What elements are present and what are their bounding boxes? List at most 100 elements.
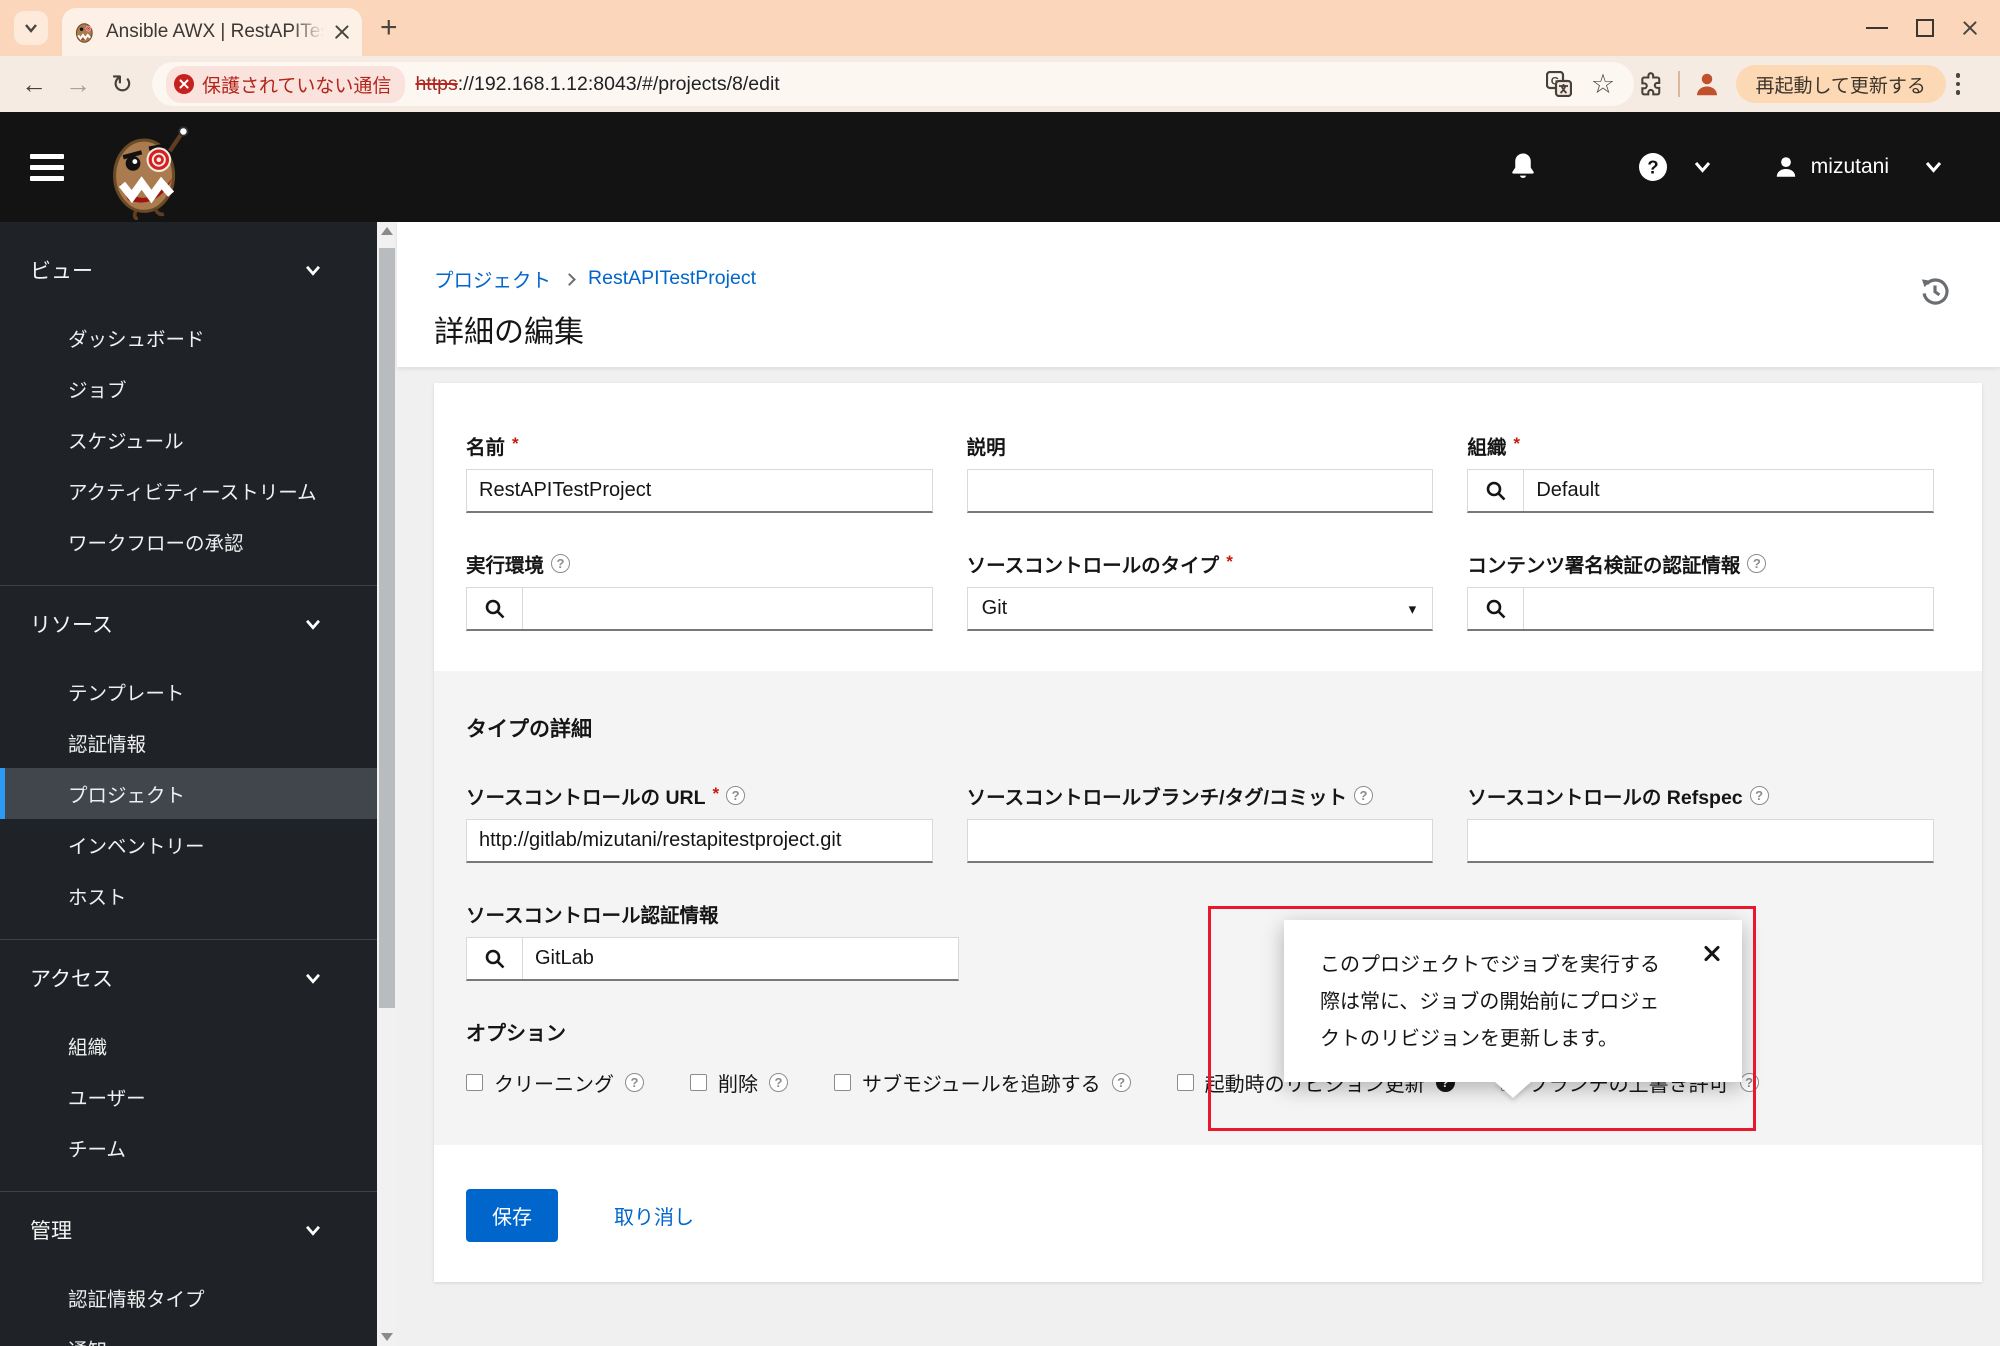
sidebar-item-jobs[interactable]: ジョブ bbox=[0, 363, 377, 414]
minimize-icon[interactable] bbox=[1866, 27, 1888, 30]
cancel-button[interactable]: 取り消し bbox=[614, 1201, 694, 1230]
organization-label: 組織 bbox=[1467, 431, 1506, 460]
scm-type-select[interactable]: Git ▾ bbox=[967, 587, 1434, 631]
window-close-icon[interactable] bbox=[1962, 20, 1978, 36]
scrollbar-up-arrow[interactable] bbox=[377, 222, 397, 240]
sidebar-item-projects[interactable]: プロジェクト bbox=[0, 768, 377, 819]
help-icon[interactable]: ? bbox=[1740, 1073, 1759, 1092]
save-button[interactable]: 保存 bbox=[466, 1189, 558, 1242]
sidebar-group-administration[interactable]: 管理 bbox=[0, 1208, 377, 1252]
help-icon[interactable]: ? bbox=[769, 1073, 788, 1092]
chevron-down-icon bbox=[305, 973, 321, 984]
scm-credential-input[interactable] bbox=[523, 938, 958, 979]
sidebar-group-access[interactable]: アクセス bbox=[0, 956, 377, 1000]
description-input[interactable] bbox=[968, 470, 1433, 511]
field-signature-credential: コンテンツ署名検証の認証情報? bbox=[1467, 549, 1934, 631]
sidebar-item-dashboard[interactable]: ダッシュボード bbox=[0, 312, 377, 363]
field-scm-refspec: ソースコントロールの Refspec? bbox=[1467, 781, 1934, 863]
breadcrumb-projects-link[interactable]: プロジェクト bbox=[434, 264, 551, 293]
restart-to-update-button[interactable]: 再起動して更新する bbox=[1736, 65, 1946, 103]
sidebar-scrollbar[interactable] bbox=[377, 222, 397, 1346]
help-icon[interactable]: ? bbox=[1630, 144, 1676, 190]
scm-credential-search-icon[interactable] bbox=[467, 938, 523, 979]
awx-top-navbar: ? mizutani bbox=[0, 112, 2000, 222]
organization-input[interactable] bbox=[1524, 470, 1933, 511]
extensions-icon[interactable] bbox=[1634, 67, 1668, 101]
nav-toggle-icon[interactable] bbox=[30, 154, 64, 181]
delete-checkbox[interactable] bbox=[690, 1074, 707, 1091]
type-details-heading: タイプの詳細 bbox=[466, 713, 1934, 743]
sidebar-group-label: ビュー bbox=[30, 255, 93, 285]
help-icon[interactable]: ? bbox=[1354, 786, 1373, 805]
notifications-bell-icon[interactable] bbox=[1500, 144, 1546, 190]
sidebar-item-users[interactable]: ユーザー bbox=[0, 1071, 377, 1122]
scm-url-input[interactable] bbox=[467, 820, 932, 861]
sidebar-item-organizations[interactable]: 組織 bbox=[0, 1020, 377, 1071]
user-caret-icon bbox=[1925, 161, 1942, 173]
sidebar-item-templates[interactable]: テンプレート bbox=[0, 666, 377, 717]
address-bar[interactable]: 保護されていない通信 https://192.168.1.12:8043/#/p… bbox=[152, 62, 1634, 106]
help-icon[interactable]: ? bbox=[1112, 1073, 1131, 1092]
help-icon[interactable]: ? bbox=[1750, 786, 1769, 805]
sidebar-item-workflow-approvals[interactable]: ワークフローの承認 bbox=[0, 516, 377, 567]
navbar-right: ? mizutani bbox=[1500, 144, 2000, 190]
maximize-icon[interactable] bbox=[1916, 19, 1934, 37]
clean-checkbox[interactable] bbox=[466, 1074, 483, 1091]
sidebar-item-notifications[interactable]: 通知 bbox=[0, 1323, 377, 1346]
signature-credential-input[interactable] bbox=[1524, 588, 1933, 629]
history-icon[interactable] bbox=[1918, 274, 1952, 311]
option-clean: クリーニング ? bbox=[466, 1068, 644, 1097]
browser-menu-icon[interactable] bbox=[1956, 73, 1961, 95]
track-submodules-checkbox[interactable] bbox=[834, 1074, 851, 1091]
organization-search-icon[interactable] bbox=[1468, 470, 1524, 511]
back-button[interactable]: ← bbox=[12, 62, 56, 106]
name-input[interactable] bbox=[467, 470, 932, 511]
help-icon[interactable]: ? bbox=[726, 786, 745, 805]
sidebar-item-credential-types[interactable]: 認証情報タイプ bbox=[0, 1272, 377, 1323]
execution-environment-input[interactable] bbox=[523, 588, 932, 629]
user-menu[interactable]: mizutani bbox=[1773, 154, 1942, 180]
execution-environment-search-icon[interactable] bbox=[467, 588, 523, 629]
help-caret-icon[interactable] bbox=[1694, 161, 1711, 173]
field-scm-url: ソースコントロールの URL*? bbox=[466, 781, 933, 863]
option-track-submodules: サブモジュールを追跡する ? bbox=[834, 1068, 1131, 1097]
forward-button[interactable]: → bbox=[56, 62, 100, 106]
tab-search-button[interactable] bbox=[14, 11, 48, 45]
scm-type-label: ソースコントロールのタイプ bbox=[967, 549, 1220, 578]
signature-credential-search-icon[interactable] bbox=[1468, 588, 1524, 629]
help-icon[interactable]: ? bbox=[551, 554, 570, 573]
sidebar-item-hosts[interactable]: ホスト bbox=[0, 870, 377, 921]
bookmark-star-icon[interactable]: ☆ bbox=[1586, 67, 1620, 101]
popover-close-icon[interactable] bbox=[1702, 944, 1722, 964]
browser-tab[interactable]: Ansible AWX | RestAPITestProje bbox=[62, 8, 362, 56]
sidebar-item-credentials[interactable]: 認証情報 bbox=[0, 717, 377, 768]
sidebar-group-resources[interactable]: リソース bbox=[0, 602, 377, 646]
scm-refspec-input[interactable] bbox=[1468, 820, 1933, 861]
sidebar-group-views[interactable]: ビュー bbox=[0, 248, 377, 292]
scm-branch-input[interactable] bbox=[968, 820, 1433, 861]
new-tab-button[interactable]: + bbox=[380, 13, 398, 43]
profile-avatar-icon[interactable] bbox=[1690, 67, 1724, 101]
scm-credential-label: ソースコントロール認証情報 bbox=[466, 899, 719, 928]
description-label: 説明 bbox=[967, 431, 1006, 460]
scrollbar-down-arrow[interactable] bbox=[377, 1328, 397, 1346]
sidebar-item-inventories[interactable]: インベントリー bbox=[0, 819, 377, 870]
scrollbar-thumb[interactable] bbox=[379, 248, 395, 1008]
help-icon[interactable]: ? bbox=[625, 1073, 644, 1092]
url-text[interactable]: https://192.168.1.12:8043/#/projects/8/e… bbox=[415, 73, 1532, 96]
breadcrumb: プロジェクト RestAPITestProject bbox=[434, 264, 1960, 293]
sidebar-item-schedules[interactable]: スケジュール bbox=[0, 414, 377, 465]
sidebar-item-activity-stream[interactable]: アクティビティーストリーム bbox=[0, 465, 377, 516]
translate-icon[interactable]: G bbox=[1542, 67, 1576, 101]
username-label: mizutani bbox=[1811, 155, 1889, 179]
update-revision-on-launch-checkbox[interactable] bbox=[1177, 1074, 1194, 1091]
chevron-down-icon bbox=[305, 619, 321, 630]
popover-text: このプロジェクトでジョブを実行する際は常に、ジョブの開始前にプロジェクトのリビジ… bbox=[1320, 947, 1670, 1058]
scm-type-value: Git bbox=[968, 588, 1393, 629]
tab-close-icon[interactable] bbox=[334, 24, 350, 40]
breadcrumb-project-name-link[interactable]: RestAPITestProject bbox=[588, 267, 756, 290]
reload-button[interactable]: ↻ bbox=[100, 62, 144, 106]
security-chip[interactable]: 保護されていない通信 bbox=[166, 66, 405, 103]
help-icon[interactable]: ? bbox=[1747, 554, 1766, 573]
sidebar-item-teams[interactable]: チーム bbox=[0, 1122, 377, 1173]
